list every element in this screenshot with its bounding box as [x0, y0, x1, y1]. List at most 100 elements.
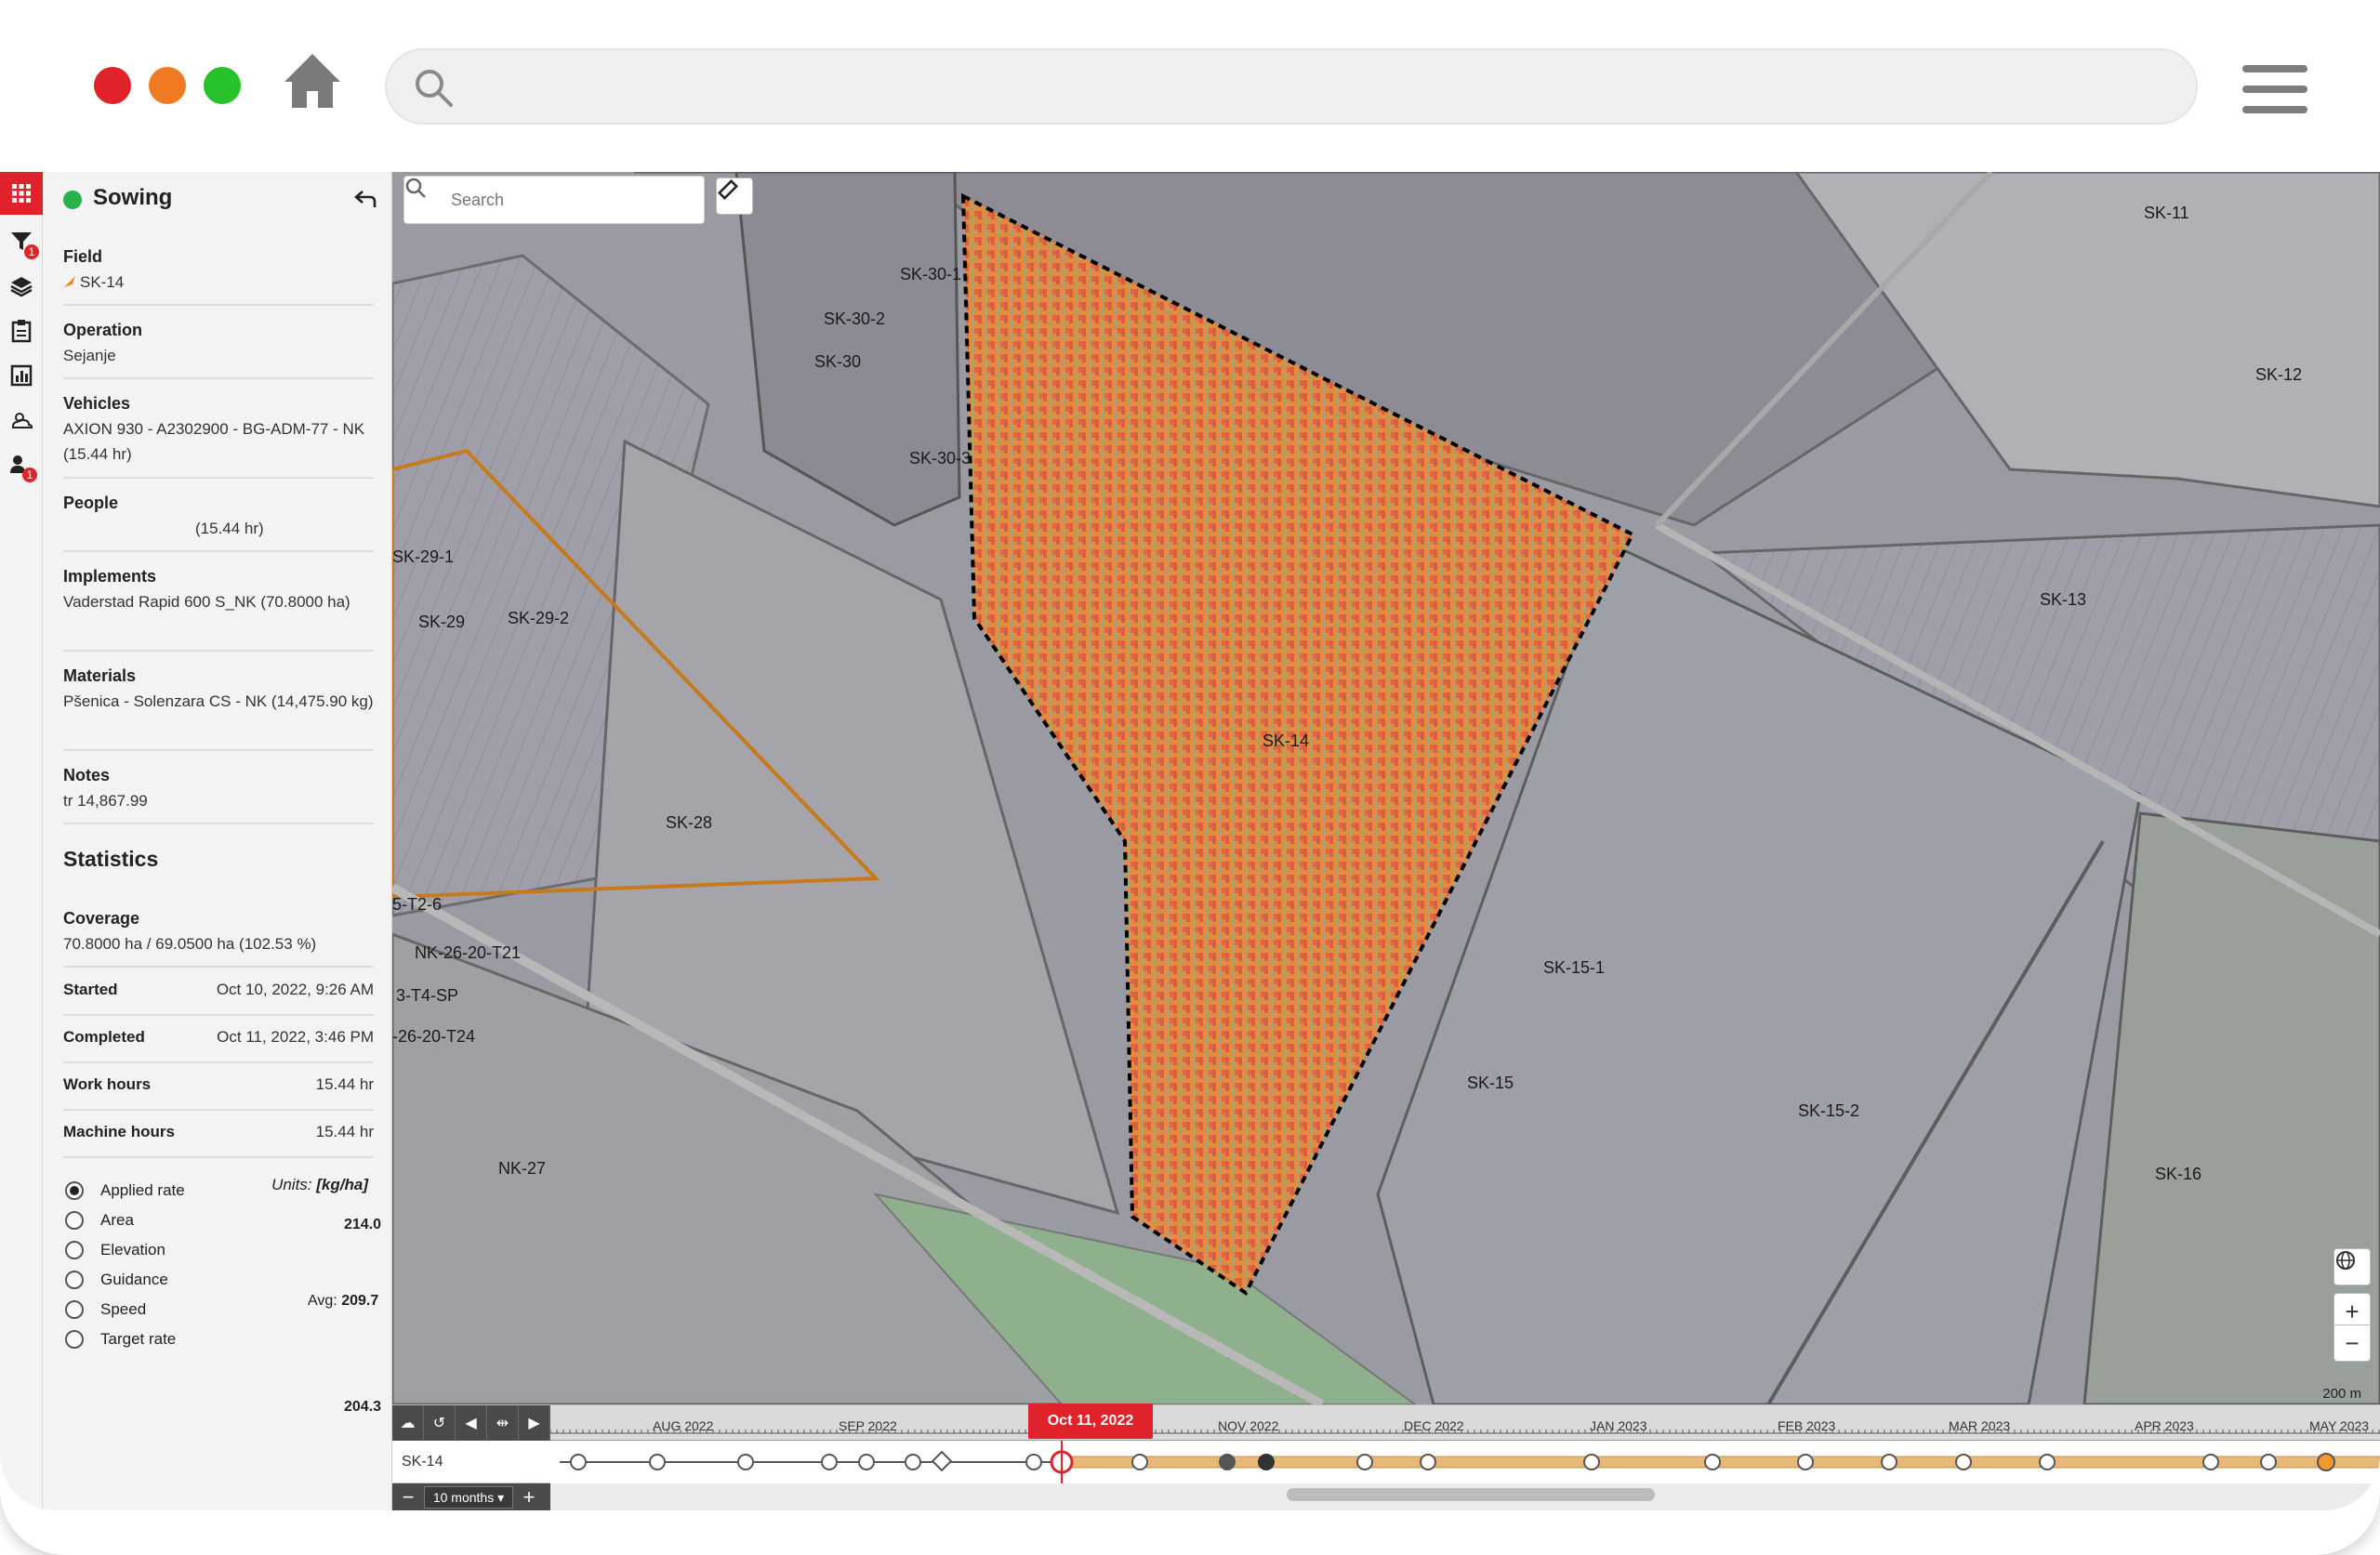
field-label[interactable]: SK-29-2: [508, 609, 569, 628]
scale-min-value: 204.3: [344, 1399, 382, 1415]
next-icon[interactable]: ▶: [519, 1405, 550, 1441]
apps-grid-icon[interactable]: [0, 172, 43, 215]
radio[interactable]: [65, 1211, 84, 1230]
field-label[interactable]: SK-13: [2040, 590, 2086, 610]
timeline-track[interactable]: [550, 1441, 2380, 1483]
map-search-box[interactable]: [403, 176, 705, 224]
radio[interactable]: [65, 1271, 84, 1289]
zoom-out-timeline-button[interactable]: −: [392, 1485, 424, 1509]
field-map[interactable]: SK-30-1 SK-30-2 SK-30 SK-30-3 SK-29-1 SK…: [392, 172, 2380, 1404]
radio[interactable]: [65, 1300, 84, 1319]
coverage-label: Coverage: [63, 909, 140, 928]
scale-avg-value: Avg: 209.7: [308, 1293, 379, 1309]
app-area: 1 1 Sowing Field SK-14 Operation Sejanje…: [0, 172, 2380, 1510]
field-label[interactable]: NK-26-20-T21: [415, 943, 521, 963]
field-label[interactable]: SK-15-2: [1798, 1101, 1859, 1121]
field-label[interactable]: SK-30-3: [909, 449, 971, 468]
layer-option-label: Target rate: [100, 1330, 177, 1348]
operation-label: Operation: [63, 321, 143, 339]
hamburger-menu-icon[interactable]: [2242, 65, 2307, 113]
stat-label: Completed: [63, 1028, 145, 1046]
rate-legend: Units: [kg/ha] 214.0 Avg: 209.7 204.3: [257, 1176, 412, 1415]
layers-icon[interactable]: [0, 265, 43, 308]
radio-selected[interactable]: [65, 1181, 84, 1200]
zoom-out-button[interactable]: −: [2334, 1324, 2371, 1362]
close-window-button[interactable]: [94, 67, 131, 104]
field-value[interactable]: SK-14: [63, 270, 374, 295]
current-date-marker[interactable]: Oct 11, 2022: [1028, 1403, 1153, 1439]
home-icon[interactable]: [283, 52, 342, 110]
fit-range-icon[interactable]: ⇹: [487, 1405, 519, 1441]
globe-basemap-button[interactable]: [2334, 1248, 2371, 1285]
field-label[interactable]: SK-30-2: [824, 310, 885, 329]
timeline-axis[interactable]: AUG 2022 SEP 2022 NOV 2022 DEC 2022 JAN …: [550, 1403, 2380, 1441]
map-layer-options: Applied rate Area Elevation Guidance Spe…: [65, 1176, 185, 1354]
map-search-input[interactable]: [451, 186, 693, 214]
vehicles-value: AXION 930 - A2302900 - BG-ADM-77 - NK (1…: [63, 420, 365, 463]
field-label[interactable]: SK-12: [2255, 365, 2302, 385]
weather-toggle-icon[interactable]: ☁: [392, 1405, 424, 1441]
layer-option-target-rate[interactable]: Target rate: [65, 1324, 185, 1354]
timeline-scrollbar[interactable]: [1287, 1488, 1655, 1501]
globe-icon: [2336, 1251, 2355, 1270]
zoom-in-timeline-button[interactable]: +: [513, 1485, 545, 1509]
field-label[interactable]: SK-28: [666, 813, 712, 833]
month-label: SEP 2022: [839, 1418, 897, 1433]
timeline-controls: ☁ ↺ ◀ ⇹ ▶: [392, 1405, 550, 1441]
field-label[interactable]: -26-20-T24: [392, 1027, 475, 1047]
field-label[interactable]: SK-30-1: [900, 265, 961, 284]
field-label[interactable]: SK-15: [1467, 1074, 1514, 1093]
layer-option-elevation[interactable]: Elevation: [65, 1235, 185, 1265]
stat-row-work-hours: Work hours 15.44 hr: [63, 1063, 374, 1111]
field-label[interactable]: SK-29-1: [392, 547, 454, 567]
clipboard-icon[interactable]: [0, 310, 43, 352]
field-label[interactable]: SK-15-1: [1543, 958, 1605, 978]
back-arrow-icon[interactable]: [353, 187, 377, 211]
field-label[interactable]: 3-T4-SP: [396, 986, 458, 1006]
address-bar[interactable]: [385, 48, 2198, 125]
timeline-zoom-controls: − 10 months ▾ +: [392, 1483, 550, 1510]
layer-option-guidance[interactable]: Guidance: [65, 1265, 185, 1295]
stat-value: Oct 10, 2022, 9:26 AM: [216, 981, 374, 998]
notes-label: Notes: [63, 766, 111, 784]
field-label[interactable]: SK-29: [418, 613, 465, 632]
layer-option-label: Area: [100, 1211, 134, 1229]
field-label[interactable]: SK-14: [1263, 731, 1309, 751]
filter-icon[interactable]: 1: [0, 220, 43, 263]
layer-option-speed[interactable]: Speed: [65, 1295, 185, 1324]
map-imagery: [392, 172, 2380, 1404]
layer-option-label: Applied rate: [100, 1181, 185, 1199]
radio[interactable]: [65, 1241, 84, 1259]
stat-label: Work hours: [63, 1075, 152, 1093]
field-label[interactable]: SK-11: [2144, 204, 2189, 223]
month-label: NOV 2022: [1218, 1418, 1279, 1433]
layer-option-applied-rate[interactable]: Applied rate: [65, 1176, 185, 1206]
filter-count-badge: 1: [24, 244, 39, 259]
operation-section: Operation Sejanje: [63, 318, 374, 379]
field-label[interactable]: 5-T2-6: [392, 895, 442, 915]
people-icon[interactable]: 1: [0, 443, 43, 486]
layer-option-area[interactable]: Area: [65, 1206, 185, 1235]
reports-chart-icon[interactable]: [0, 354, 43, 397]
prev-icon[interactable]: ◀: [456, 1405, 487, 1441]
search-icon: [405, 178, 426, 198]
units-label: Units: [kg/ha]: [271, 1176, 368, 1193]
field-label[interactable]: NK-27: [498, 1159, 546, 1179]
ruler-icon: [718, 179, 738, 200]
stat-label: Started: [63, 981, 118, 998]
month-label: MAR 2023: [1949, 1418, 2011, 1433]
maximize-window-button[interactable]: [204, 67, 241, 104]
field-label[interactable]: SK-30: [814, 352, 861, 372]
notes-value: tr 14,867.99: [63, 792, 148, 810]
weather-icon[interactable]: [0, 399, 43, 441]
materials-section: Materials Pšenica - Solenzara CS - NK (1…: [63, 664, 374, 751]
minimize-window-button[interactable]: [149, 67, 186, 104]
implements-section: Implements Vaderstad Rapid 600 S_NK (70.…: [63, 564, 374, 652]
reset-icon[interactable]: ↺: [424, 1405, 456, 1441]
zoom-range-select[interactable]: 10 months ▾: [424, 1486, 513, 1509]
measure-tool-button[interactable]: [716, 178, 753, 215]
stat-row-started: Started Oct 10, 2022, 9:26 AM: [63, 969, 374, 1016]
vehicles-section: Vehicles AXION 930 - A2302900 - BG-ADM-7…: [63, 391, 374, 479]
radio[interactable]: [65, 1330, 84, 1349]
field-label[interactable]: SK-16: [2155, 1165, 2202, 1184]
